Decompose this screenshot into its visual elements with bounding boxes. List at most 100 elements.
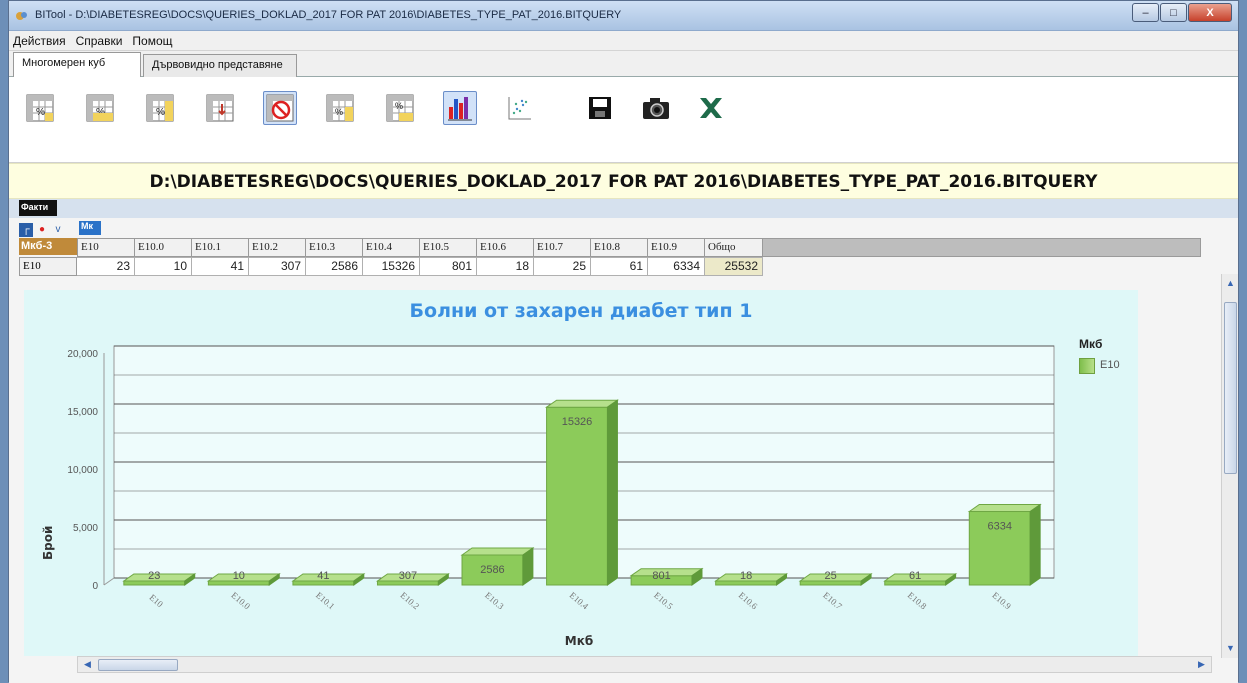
column-dimension-tag[interactable]: Мк — [79, 221, 101, 235]
menu-reports[interactable]: Справки — [76, 34, 123, 48]
grid-controls: ┌ ● v — [19, 223, 75, 237]
data-label: 2586 — [480, 564, 504, 576]
percent-row-button[interactable]: % — [83, 91, 117, 125]
dropdown-icon[interactable]: v — [51, 223, 65, 237]
table-cell[interactable]: 6334 — [648, 257, 705, 276]
legend-swatch — [1079, 358, 1095, 374]
scroll-down-icon[interactable]: ▼ — [1223, 641, 1238, 656]
sort-grid-button[interactable] — [203, 91, 237, 125]
row-header[interactable]: E10 — [19, 257, 77, 276]
data-label: 801 — [652, 570, 670, 582]
scroll-right-icon[interactable]: ▶ — [1194, 657, 1209, 672]
column-header-total[interactable]: Общо — [705, 238, 763, 257]
facts-label[interactable]: Факти — [19, 200, 57, 216]
x-tick-label: E10.7 — [821, 590, 844, 612]
y-tick-label: 15,000 — [67, 407, 98, 418]
data-label: 6334 — [987, 521, 1011, 533]
data-label: 15326 — [562, 416, 593, 428]
table-cell[interactable]: 23 — [77, 257, 135, 276]
tab-multidim-cube[interactable]: Многомерен куб — [13, 52, 141, 78]
table-cell[interactable]: 41 — [192, 257, 249, 276]
column-header[interactable]: E10.8 — [591, 238, 648, 257]
data-label: 10 — [233, 570, 245, 582]
scroll-up-icon[interactable]: ▲ — [1223, 276, 1238, 291]
column-header[interactable]: E10.6 — [477, 238, 534, 257]
pie-chart-icon[interactable]: ● — [35, 223, 49, 237]
data-label: 25 — [825, 570, 837, 582]
x-tick-label: E10.8 — [906, 590, 929, 612]
scatter-chart-icon — [508, 97, 531, 120]
y-axis-title: Брой — [41, 526, 55, 560]
table-cell[interactable]: 18 — [477, 257, 534, 276]
layout-icon[interactable]: ┌ — [19, 223, 33, 237]
bar-top — [460, 547, 535, 556]
column-header[interactable]: E10.7 — [534, 238, 591, 257]
x-axis-title: Мкб — [565, 634, 593, 648]
table-cell[interactable]: 307 — [249, 257, 306, 276]
vertical-scrollbar[interactable]: ▲ ▼ — [1221, 274, 1238, 658]
vertical-scroll-thumb[interactable] — [1224, 302, 1237, 474]
x-tick-label: E10.2 — [398, 590, 421, 611]
column-header-row: E10 E10.0 E10.1 E10.2 E10.3 E10.4 E10.5 … — [77, 238, 1201, 257]
column-header[interactable]: E10.9 — [648, 238, 705, 257]
scroll-left-icon[interactable]: ◀ — [80, 657, 95, 672]
chart-panel: Болни от захарен диабет тип 1 0 5,000 10,0… — [24, 290, 1138, 656]
x-tick-label: E10.5 — [652, 590, 675, 612]
column-header-filler — [763, 238, 1201, 257]
row-dimension-tag[interactable]: Мкб-3 — [19, 238, 77, 255]
column-header[interactable]: E10.4 — [363, 238, 420, 257]
x-tick-label: E10.1 — [314, 590, 337, 611]
table-cell[interactable]: 15326 — [363, 257, 420, 276]
column-header[interactable]: E10.3 — [306, 238, 363, 257]
x-tick-label: E10.3 — [483, 590, 506, 612]
x-tick-label: E10 — [147, 592, 165, 609]
tab-tree-view[interactable]: Дървовидно представяне — [143, 54, 297, 77]
svg-text:%: % — [156, 107, 165, 118]
percent-grid-button[interactable]: % — [23, 91, 57, 125]
x-tick-label: E10.0 — [229, 590, 252, 612]
legend-title: Мкб — [1079, 337, 1103, 351]
filter-toggle-button[interactable] — [263, 91, 297, 125]
table-cell[interactable]: 10 — [135, 257, 192, 276]
count-grid-2-button[interactable]: % — [383, 91, 417, 125]
screenshot-button[interactable] — [639, 91, 673, 125]
table-row: E10 23 10 41 307 2586 15326 801 18 25 61… — [19, 257, 763, 276]
bar-top — [544, 399, 620, 408]
horizontal-scroll-thumb[interactable] — [98, 659, 178, 671]
maximize-button[interactable]: □ — [1160, 3, 1187, 22]
column-header[interactable]: E10.0 — [135, 238, 192, 257]
count-grid-button[interactable]: % — [323, 91, 357, 125]
data-label: 18 — [740, 570, 752, 582]
window-controls: – □ X — [1131, 3, 1232, 23]
column-header[interactable]: E10.2 — [249, 238, 306, 257]
table-cell-total[interactable]: 25532 — [705, 257, 763, 276]
table-cell[interactable]: 801 — [420, 257, 477, 276]
column-header[interactable]: E10 — [77, 238, 135, 257]
y-tick-label: 5,000 — [73, 523, 98, 534]
camera-icon — [643, 98, 669, 119]
svg-text:%: % — [335, 107, 343, 117]
export-excel-button[interactable] — [693, 91, 727, 125]
scatter-chart-button[interactable] — [503, 91, 537, 125]
svg-text:%: % — [395, 101, 403, 111]
table-cell[interactable]: 25 — [534, 257, 591, 276]
percent-grid-icon: % — [146, 94, 174, 122]
close-button[interactable]: X — [1188, 3, 1232, 22]
menu-help[interactable]: Помощ — [132, 34, 172, 48]
table-cell[interactable]: 2586 — [306, 257, 363, 276]
column-header[interactable]: E10.5 — [420, 238, 477, 257]
app-icon — [16, 12, 27, 20]
save-button[interactable] — [583, 91, 617, 125]
menu-actions[interactable]: Действия — [13, 34, 66, 48]
column-header[interactable]: E10.1 — [192, 238, 249, 257]
x-tick-label: E10.4 — [568, 590, 591, 612]
save-icon — [589, 97, 611, 119]
bar-chart-button[interactable] — [443, 91, 477, 125]
minimize-button[interactable]: – — [1132, 3, 1159, 22]
window-title: BITool - D:\DIABETESREG\DOCS\QUERIES_DOK… — [35, 9, 622, 21]
horizontal-scrollbar[interactable]: ◀ ▶ — [77, 656, 1212, 673]
data-label: 61 — [909, 570, 921, 582]
bar-top — [967, 504, 1042, 513]
percent-col-button[interactable]: % — [143, 91, 177, 125]
table-cell[interactable]: 61 — [591, 257, 648, 276]
